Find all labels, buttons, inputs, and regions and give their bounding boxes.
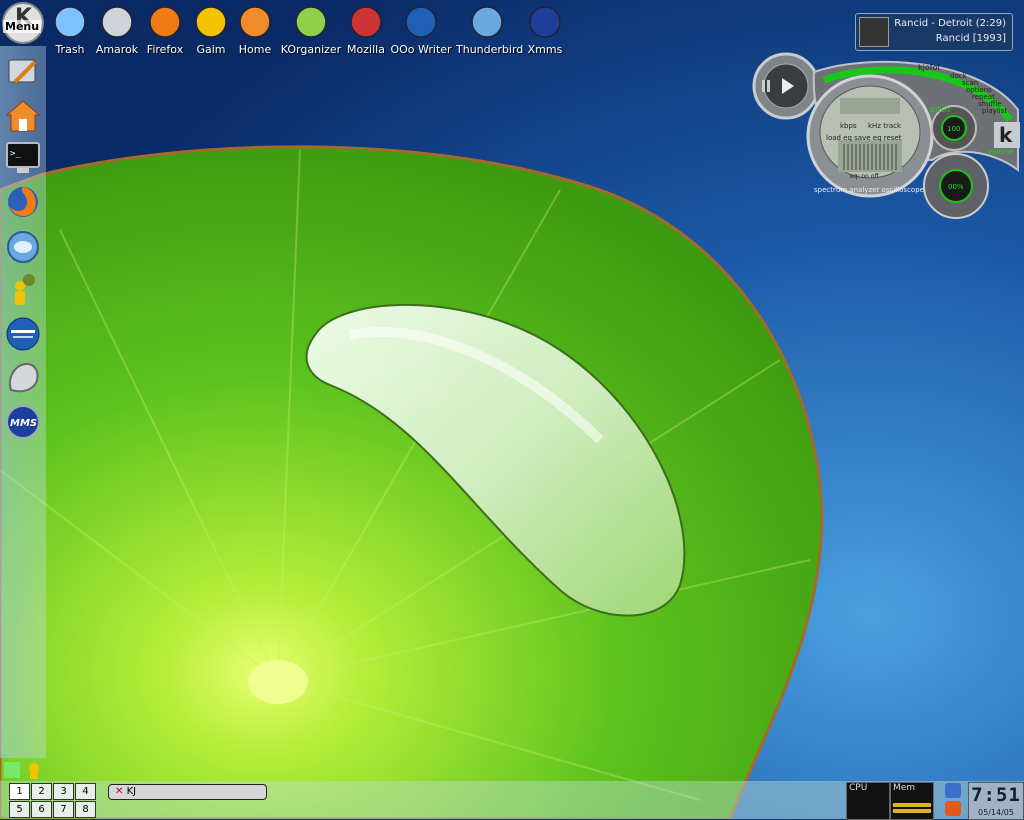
kjofol-bottom-label: spectrum analyzer oscilloscope bbox=[814, 186, 924, 194]
pager-desktop-6[interactable]: 6 bbox=[31, 801, 52, 818]
kjofol-brand: kjofol bbox=[918, 63, 940, 72]
album-cover bbox=[859, 17, 889, 47]
thunderbird-icon[interactable] bbox=[5, 229, 41, 265]
kj-task-icon: ✕ bbox=[115, 786, 124, 797]
kjofol-khz: kHz track bbox=[868, 122, 902, 130]
panel-left-icons bbox=[2, 760, 46, 780]
clock-time: 7:51 bbox=[971, 784, 1021, 806]
pager-desktop-5[interactable]: 5 bbox=[9, 801, 30, 818]
pause-button bbox=[762, 80, 765, 92]
thunderbird-icon bbox=[469, 4, 505, 40]
desktop-icon-label: Xmms bbox=[527, 43, 563, 56]
xmms-icon[interactable]: MMS bbox=[5, 404, 41, 440]
kjofol-eq-row: load eq save eq reset bbox=[826, 134, 902, 142]
kjofol-volume-label: volume bbox=[988, 148, 1014, 156]
desktop-icon-xmms[interactable]: Xmms bbox=[514, 2, 576, 56]
kjofol-logo: k bbox=[999, 123, 1013, 147]
kjofol-kbps: kbps bbox=[840, 122, 857, 130]
kjofol-pitch-value: 100 bbox=[947, 125, 960, 133]
taskbar-button-kj[interactable]: ✕ KJ bbox=[108, 784, 267, 800]
taskbar-button-label: KJ bbox=[126, 786, 137, 797]
lock-screen-icon[interactable] bbox=[945, 783, 961, 798]
text-editor-icon[interactable] bbox=[5, 54, 41, 90]
kjofol-volume-value: 00% bbox=[948, 183, 964, 191]
desktop-icon-mozilla[interactable]: Mozilla bbox=[335, 2, 397, 56]
firefox-icon bbox=[147, 4, 183, 40]
kjofol-eq-state: eq: on off bbox=[850, 173, 879, 180]
now-playing-popup: Rancid - Detroit (2:29) Rancid [1993] bbox=[855, 13, 1013, 51]
cpu-monitor-label: CPU bbox=[849, 783, 868, 793]
kjofol-menu-playlist: playlist bbox=[982, 107, 1007, 115]
ooo-writer-icon bbox=[403, 4, 439, 40]
mozilla-icon bbox=[348, 4, 384, 40]
left-launcher-panel: >_ MMS bbox=[0, 46, 46, 758]
desktop-icon-label: Home bbox=[238, 43, 272, 56]
kjofol-player: kjofol dock scan options repeat shuffle … bbox=[752, 52, 1020, 219]
pager-desktop-8[interactable]: 8 bbox=[75, 801, 96, 818]
firefox-icon[interactable] bbox=[5, 184, 41, 220]
logout-icon[interactable] bbox=[945, 801, 961, 816]
terminal-icon[interactable]: >_ bbox=[5, 140, 41, 176]
mem-monitor-label: Mem bbox=[893, 783, 916, 793]
desktop-icon-label: Mozilla bbox=[347, 43, 385, 56]
desktop-icon-ooo-writer[interactable]: OOo Writer bbox=[390, 2, 452, 56]
cpu-monitor: CPU bbox=[846, 782, 890, 820]
korganizer-icon bbox=[293, 4, 329, 40]
pager-desktop-2[interactable]: 2 bbox=[31, 783, 52, 800]
desktop-icon-home[interactable]: Home bbox=[224, 2, 286, 56]
pager-desktop-4[interactable]: 4 bbox=[75, 783, 96, 800]
pager-desktop-3[interactable]: 3 bbox=[53, 783, 74, 800]
ooo-writer-icon[interactable] bbox=[5, 316, 41, 352]
now-playing-track: Rancid - Detroit (2:29) bbox=[894, 18, 1006, 29]
kmenu-label: Menu bbox=[3, 20, 42, 33]
desktop-icon-thunderbird[interactable]: Thunderbird bbox=[456, 2, 524, 56]
now-playing-album: Rancid [1993] bbox=[935, 33, 1006, 44]
gaim-icon[interactable] bbox=[5, 272, 41, 308]
svg-text:MMS: MMS bbox=[10, 418, 37, 429]
kjofol-pitch-label: pitch bbox=[930, 105, 950, 114]
digital-clock[interactable]: 7:51 05/14/05 bbox=[968, 782, 1024, 820]
mem-monitor: Mem bbox=[890, 782, 934, 820]
pager-desktop-7[interactable]: 7 bbox=[53, 801, 74, 818]
xmms-icon bbox=[527, 4, 563, 40]
home-icon[interactable] bbox=[5, 98, 41, 134]
clock-date: 05/14/05 bbox=[978, 808, 1014, 817]
desktop-icon-label: Thunderbird bbox=[456, 43, 524, 56]
desktop-icon-korganizer[interactable]: KOrganizer bbox=[280, 2, 342, 56]
amarok-icon bbox=[99, 4, 135, 40]
desktop-icon-label: OOo Writer bbox=[390, 43, 452, 56]
desktop-icon-label: KOrganizer bbox=[280, 43, 342, 56]
svg-text:>_: >_ bbox=[10, 149, 21, 159]
trash-icon bbox=[52, 4, 88, 40]
home-icon bbox=[237, 4, 273, 40]
amarok-icon[interactable] bbox=[5, 360, 41, 396]
pager-desktop-1[interactable]: 1 bbox=[9, 783, 30, 800]
